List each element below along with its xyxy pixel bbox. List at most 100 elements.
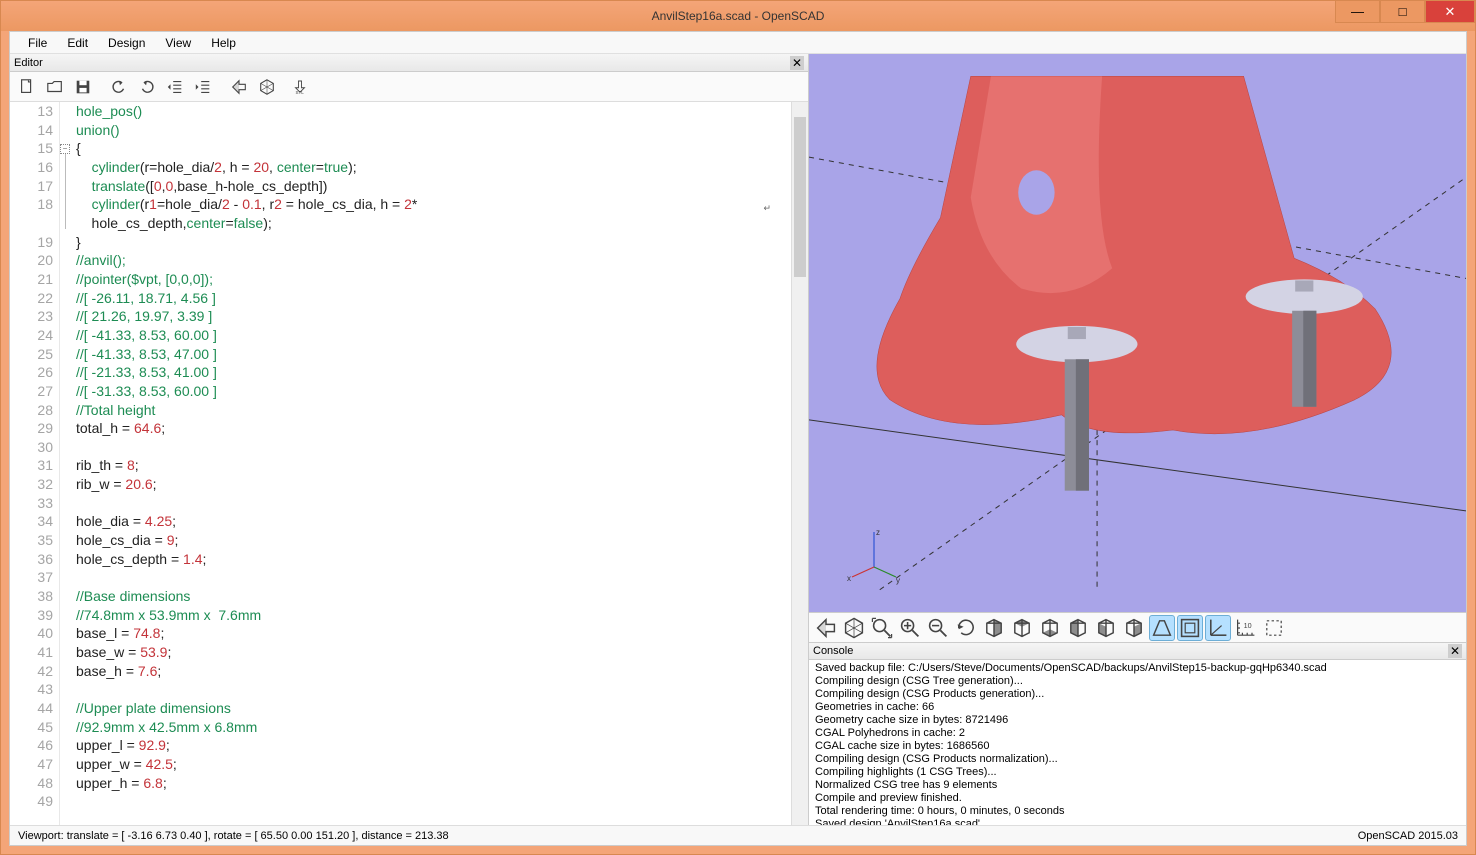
code-line[interactable]: union() <box>76 121 791 140</box>
view-back-icon[interactable] <box>1121 615 1147 641</box>
save-icon[interactable] <box>70 74 96 100</box>
code-line[interactable]: upper_h = 6.8; <box>76 774 791 793</box>
code-line[interactable]: //pointer($vpt, [0,0,0]); <box>76 270 791 289</box>
console-output[interactable]: Saved backup file: C:/Users/Steve/Docume… <box>809 660 1466 825</box>
open-icon[interactable] <box>42 74 68 100</box>
preview-vp-icon[interactable] <box>813 615 839 641</box>
code-line[interactable]: //[ -21.33, 8.53, 41.00 ] <box>76 363 791 382</box>
code-line[interactable]: total_h = 64.6; <box>76 419 791 438</box>
code-line[interactable]: //[ -31.33, 8.53, 60.00 ] <box>76 382 791 401</box>
code-line[interactable]: //74.8mm x 53.9mm x 7.6mm <box>76 606 791 625</box>
svg-text:y: y <box>896 576 900 585</box>
console-header-label: Console <box>813 645 853 657</box>
menu-edit[interactable]: Edit <box>57 34 98 52</box>
svg-text:10: 10 <box>1244 621 1252 630</box>
code-line[interactable]: hole_cs_depth = 1.4; <box>76 550 791 569</box>
code-line[interactable]: hole_pos() <box>76 102 791 121</box>
zoom-in-icon[interactable] <box>897 615 923 641</box>
zoom-all-icon[interactable] <box>869 615 895 641</box>
titlebar[interactable]: AnvilStep16a.scad - OpenSCAD — □ ✕ <box>1 1 1475 31</box>
code-line[interactable] <box>76 438 791 457</box>
console-line: Saved design 'AnvilStep16a.scad'. <box>815 818 1460 825</box>
code-line[interactable]: hole_cs_depth,center=false); <box>76 214 791 233</box>
3d-viewport[interactable]: z x y <box>809 54 1466 612</box>
code-line[interactable]: } <box>76 233 791 252</box>
zoom-out-icon[interactable] <box>925 615 951 641</box>
svg-text:x: x <box>847 574 851 583</box>
code-line[interactable]: //[ -26.11, 18.71, 4.56 ] <box>76 289 791 308</box>
code-line[interactable]: { <box>76 139 791 158</box>
new-icon[interactable] <box>14 74 40 100</box>
menu-design[interactable]: Design <box>98 34 155 52</box>
code-line[interactable]: translate([0,0,base_h-hole_cs_depth]) <box>76 177 791 196</box>
code-line[interactable] <box>76 568 791 587</box>
menu-file[interactable]: File <box>18 34 57 52</box>
menubar: FileEditDesignViewHelp <box>10 32 1466 54</box>
view-front-icon[interactable] <box>1093 615 1119 641</box>
scale-markers-icon[interactable]: 10 <box>1233 615 1259 641</box>
code-line[interactable]: //[ 21.26, 19.97, 3.39 ] <box>76 307 791 326</box>
code-line[interactable]: base_w = 53.9; <box>76 643 791 662</box>
console-close-icon[interactable]: ✕ <box>1448 644 1462 658</box>
console-line: Compiling design (CSG Tree generation)..… <box>815 675 1460 688</box>
reset-view-icon[interactable] <box>953 615 979 641</box>
editor-header: Editor ✕ <box>10 54 808 72</box>
export-stl-icon[interactable]: STL <box>290 74 316 100</box>
viewport-toolbar: 10 <box>809 612 1466 642</box>
code-line[interactable]: //Upper plate dimensions <box>76 699 791 718</box>
window-title: AnvilStep16a.scad - OpenSCAD <box>652 9 825 23</box>
code-line[interactable] <box>76 792 791 811</box>
close-button[interactable]: ✕ <box>1425 1 1475 23</box>
console-line: Compiling highlights (1 CSG Trees)... <box>815 766 1460 779</box>
code-line[interactable] <box>76 680 791 699</box>
console-line: Geometries in cache: 66 <box>815 701 1460 714</box>
statusbar: Viewport: translate = [ -3.16 6.73 0.40 … <box>10 825 1466 845</box>
code-line[interactable]: cylinder(r1=hole_dia/2 - 0.1, r2 = hole_… <box>76 195 791 214</box>
render-vp-icon[interactable] <box>841 615 867 641</box>
perspective-icon[interactable] <box>1149 615 1175 641</box>
code-line[interactable]: hole_dia = 4.25; <box>76 512 791 531</box>
editor-scrollbar[interactable] <box>791 102 808 825</box>
console-line: Compiling design (CSG Products normaliza… <box>815 753 1460 766</box>
menu-view[interactable]: View <box>155 34 201 52</box>
menu-help[interactable]: Help <box>201 34 246 52</box>
axes-icon[interactable] <box>1205 615 1231 641</box>
view-bottom-icon[interactable] <box>1037 615 1063 641</box>
console-line: Compiling design (CSG Products generatio… <box>815 688 1460 701</box>
orthogonal-icon[interactable] <box>1177 615 1203 641</box>
code-line[interactable]: upper_l = 92.9; <box>76 736 791 755</box>
editor-close-icon[interactable]: ✕ <box>790 56 804 70</box>
code-line[interactable]: //92.9mm x 42.5mm x 6.8mm <box>76 718 791 737</box>
code-line[interactable]: //Total height <box>76 401 791 420</box>
console-line: Normalized CSG tree has 9 elements <box>815 779 1460 792</box>
code-line[interactable] <box>76 494 791 513</box>
redo-icon[interactable] <box>134 74 160 100</box>
view-left-icon[interactable] <box>1065 615 1091 641</box>
view-right-icon[interactable] <box>981 615 1007 641</box>
code-line[interactable]: base_l = 74.8; <box>76 624 791 643</box>
code-line[interactable]: //anvil(); <box>76 251 791 270</box>
minimize-button[interactable]: — <box>1335 1 1380 23</box>
editor-toolbar: STL <box>10 72 808 102</box>
code-line[interactable]: cylinder(r=hole_dia/2, h = 20, center=tr… <box>76 158 791 177</box>
fold-toggle-icon[interactable]: − <box>60 144 70 154</box>
indent-icon[interactable] <box>190 74 216 100</box>
code-line[interactable]: //Base dimensions <box>76 587 791 606</box>
code-line[interactable]: //[ -41.33, 8.53, 47.00 ] <box>76 345 791 364</box>
maximize-button[interactable]: □ <box>1380 1 1425 23</box>
code-line[interactable]: rib_w = 20.6; <box>76 475 791 494</box>
code-line[interactable]: upper_w = 42.5; <box>76 755 791 774</box>
code-line[interactable]: //[ -41.33, 8.53, 60.00 ] <box>76 326 791 345</box>
preview-icon[interactable] <box>226 74 252 100</box>
code-line[interactable]: rib_th = 8; <box>76 456 791 475</box>
undo-icon[interactable] <box>106 74 132 100</box>
render-icon[interactable] <box>254 74 280 100</box>
code-editor[interactable]: 1314151617181920212223242526272829303132… <box>10 102 808 825</box>
view-top-icon[interactable] <box>1009 615 1035 641</box>
code-line[interactable]: hole_cs_dia = 9; <box>76 531 791 550</box>
code-line[interactable]: base_h = 7.6; <box>76 662 791 681</box>
show-edges-icon[interactable] <box>1261 615 1287 641</box>
axes-indicator: z x y <box>844 527 904 587</box>
unindent-icon[interactable] <box>162 74 188 100</box>
console-line: Total rendering time: 0 hours, 0 minutes… <box>815 805 1460 818</box>
